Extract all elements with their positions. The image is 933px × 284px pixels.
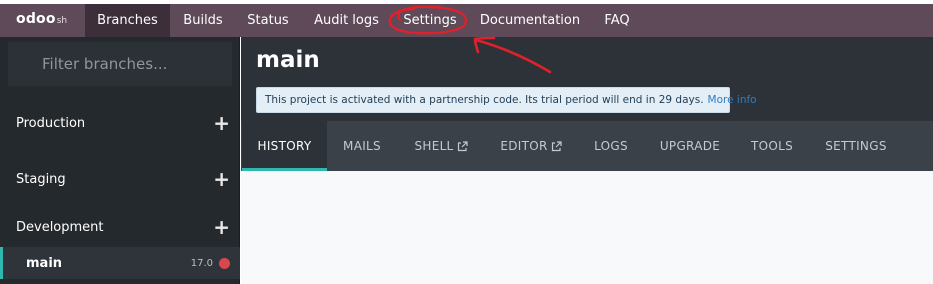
nav-builds[interactable]: Builds [170,4,236,37]
branch-name: main [26,255,63,271]
logo-sub-text: sh [56,16,68,26]
logo-main-text: odoo [16,11,56,27]
tab-history-label: HISTORY [257,139,312,153]
odoo-sh-logo[interactable]: odoo sh [16,11,67,31]
trial-notice: This project is activated with a partner… [256,87,757,113]
nav-settings[interactable]: Settings [393,4,467,37]
group-staging-label: Staging [16,171,66,187]
branch-version: 17.0 [190,257,213,269]
group-production-label: Production [16,115,86,131]
tab-mails-label: MAILS [343,139,381,153]
tab-shell-label: SHELL [414,139,454,153]
tab-shell[interactable]: SHELL [401,121,481,171]
tab-tools-label: TOOLS [750,139,794,153]
add-production-plus-icon[interactable]: + [213,113,230,133]
nav-branches[interactable]: Branches [85,4,170,37]
branch-status-dot-icon [219,257,230,269]
top-navbar: odoo sh Branches Builds Status Audit log… [0,4,933,37]
nav-audit-logs[interactable]: Audit logs [300,4,393,37]
branch-header: main This project is activated with a pa… [241,37,933,121]
branch-title: main [256,47,320,73]
tab-editor-label: EDITOR [500,139,548,153]
nav-faq[interactable]: FAQ [591,4,643,37]
tab-upgrade[interactable]: UPGRADE [651,121,729,171]
tab-settings-label: SETTINGS [825,139,887,153]
tab-settings[interactable]: SETTINGS [815,121,897,171]
page: odoo sh Branches Builds Status Audit log… [0,0,933,284]
add-development-plus-icon[interactable]: + [213,217,230,237]
external-link-icon [457,140,468,151]
branch-item-main[interactable]: main 17.0 [0,247,240,279]
tab-mails[interactable]: MAILS [327,121,397,171]
group-staging[interactable]: Staging + [0,165,240,193]
nav-documentation[interactable]: Documentation [469,4,591,37]
add-staging-plus-icon[interactable]: + [213,169,230,189]
tab-history[interactable]: HISTORY [242,121,327,171]
branches-sidebar: Filter branches... Production + Staging … [0,37,240,284]
trial-notice-text: This project is activated with a partner… [265,94,704,106]
group-development[interactable]: Development + [0,213,240,241]
more-info-link[interactable]: More info [708,94,757,106]
branch-tabs: HISTORY MAILS SHELL EDITOR LOGS UPGRADE [241,121,933,171]
tab-content-area [241,171,933,284]
group-production[interactable]: Production + [0,109,240,137]
filter-branches-input[interactable]: Filter branches... [8,42,232,86]
nav-status[interactable]: Status [236,4,300,37]
tab-tools[interactable]: TOOLS [741,121,803,171]
tab-logs[interactable]: LOGS [581,121,641,171]
group-development-label: Development [16,219,104,235]
external-link-icon [551,140,562,151]
tab-editor[interactable]: EDITOR [491,121,571,171]
tab-logs-label: LOGS [594,139,628,153]
tab-upgrade-label: UPGRADE [659,139,721,153]
